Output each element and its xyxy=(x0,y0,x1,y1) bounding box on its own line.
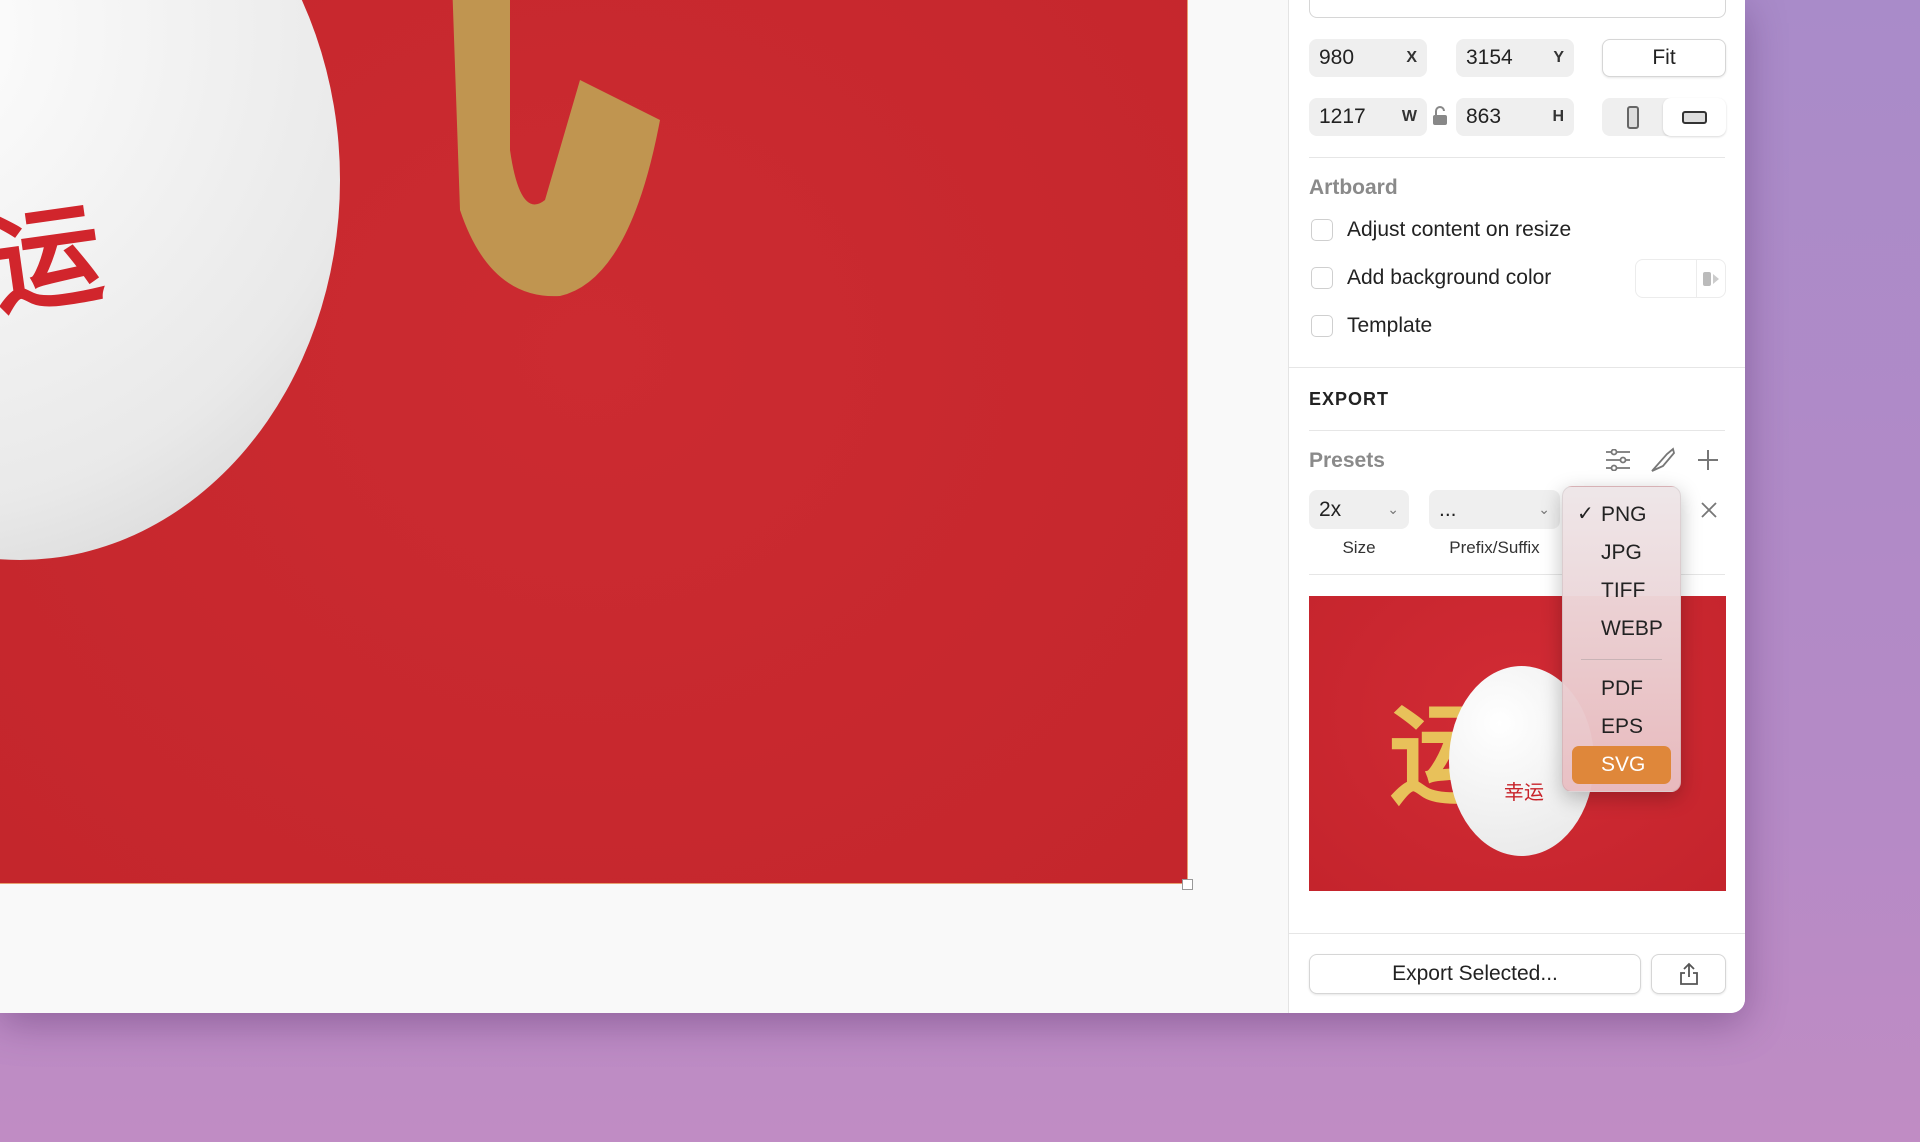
portrait-icon xyxy=(1626,105,1639,129)
w-label: W xyxy=(1401,108,1417,125)
landscape-icon xyxy=(1682,110,1707,124)
settings-sliders-icon[interactable] xyxy=(1605,449,1631,471)
divider xyxy=(1289,933,1745,934)
prefix-suffix-label: Prefix/Suffix xyxy=(1449,538,1540,557)
gold-stroke-artwork xyxy=(452,0,660,297)
share-icon xyxy=(1679,962,1698,985)
h-label: H xyxy=(1552,108,1564,125)
lock-open-icon[interactable] xyxy=(1432,106,1448,126)
prefix-suffix-select[interactable]: ... ⌄ xyxy=(1429,490,1560,529)
menu-item-png[interactable]: PNG xyxy=(1601,503,1647,527)
add-preset-icon[interactable] xyxy=(1697,449,1719,471)
checkmark-icon: ✓ xyxy=(1577,503,1594,525)
x-input[interactable]: 980 X xyxy=(1309,39,1427,77)
prefix-value: ... xyxy=(1439,497,1457,521)
template-checkbox[interactable] xyxy=(1311,315,1333,337)
divider xyxy=(1289,367,1745,368)
x-value: 980 xyxy=(1319,46,1355,69)
menu-item-jpg[interactable]: JPG xyxy=(1601,541,1642,565)
menu-item-eps[interactable]: EPS xyxy=(1601,715,1643,739)
background-color-checkbox[interactable] xyxy=(1311,267,1333,289)
menu-item-pdf[interactable]: PDF xyxy=(1601,677,1643,701)
background-color-label: Add background color xyxy=(1347,266,1552,289)
height-input[interactable]: 863 H xyxy=(1456,98,1574,136)
divider xyxy=(1309,157,1725,158)
h-value: 863 xyxy=(1466,105,1502,128)
width-input[interactable]: 1217 W xyxy=(1309,98,1427,136)
x-label: X xyxy=(1406,49,1417,66)
background-color-well[interactable] xyxy=(1635,259,1726,298)
divider xyxy=(1309,430,1725,431)
menu-item-webp[interactable]: WEBP xyxy=(1601,617,1663,641)
preview-text: 幸运 xyxy=(1504,782,1544,804)
menu-separator xyxy=(1581,659,1662,660)
chevron-down-icon: ⌄ xyxy=(1387,501,1399,517)
size-value: 2x xyxy=(1319,497,1342,521)
chevron-down-icon: ⌄ xyxy=(1538,501,1550,517)
size-label: Size xyxy=(1342,538,1376,557)
artboard-section-title: Artboard xyxy=(1309,176,1398,199)
format-menu: ✓ PNG JPG TIFF WEBP PDF EPS SVG xyxy=(1562,486,1681,792)
export-selected-button[interactable]: Export Selected... xyxy=(1309,954,1641,994)
fit-button[interactable]: Fit xyxy=(1602,39,1726,77)
y-input[interactable]: 3154 Y xyxy=(1456,39,1574,77)
canvas[interactable]: 运 xyxy=(0,0,1288,1013)
app-window: 运 980 X 3154 Y Fit 1217 W 863 H Artboard Adj… xyxy=(0,0,1745,1013)
slice-knife-icon[interactable] xyxy=(1649,446,1677,474)
presets-label: Presets xyxy=(1309,449,1385,472)
artboard[interactable]: 运 xyxy=(0,0,1188,884)
close-icon[interactable] xyxy=(1701,502,1717,518)
adjust-content-checkbox[interactable] xyxy=(1311,219,1333,241)
menu-item-tiff[interactable]: TIFF xyxy=(1601,579,1645,603)
y-label: Y xyxy=(1553,49,1564,66)
share-button[interactable] xyxy=(1651,954,1726,994)
resize-handle[interactable] xyxy=(1182,879,1193,890)
portrait-button[interactable] xyxy=(1602,98,1663,136)
size-select[interactable]: 2x ⌄ xyxy=(1309,490,1409,529)
color-picker-icon xyxy=(1703,272,1719,286)
template-label: Template xyxy=(1347,314,1433,337)
w-value: 1217 xyxy=(1319,105,1366,128)
menu-item-svg[interactable]: SVG xyxy=(1572,746,1671,784)
export-section-title: EXPORT xyxy=(1309,389,1390,409)
top-field[interactable] xyxy=(1309,0,1726,18)
landscape-button[interactable] xyxy=(1663,98,1726,136)
orientation-toggle xyxy=(1602,98,1726,136)
adjust-content-label: Adjust content on resize xyxy=(1347,218,1572,241)
y-value: 3154 xyxy=(1466,46,1513,69)
